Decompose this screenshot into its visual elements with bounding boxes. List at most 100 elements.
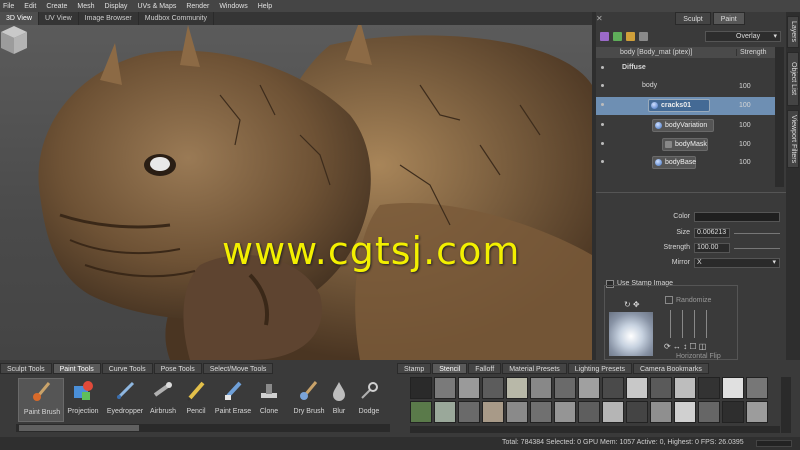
- tab-select-move-tools[interactable]: Select/Move Tools: [202, 363, 274, 374]
- layers-scrollbar[interactable]: [775, 47, 784, 187]
- visibility-icon[interactable]: [601, 103, 604, 106]
- stencil-thumb[interactable]: [410, 377, 432, 399]
- stencil-thumb[interactable]: [626, 401, 648, 423]
- visibility-icon[interactable]: [601, 84, 604, 87]
- tab-pose-tools[interactable]: Pose Tools: [153, 363, 202, 374]
- stencil-thumb[interactable]: [434, 377, 456, 399]
- stencil-thumb[interactable]: [650, 377, 672, 399]
- stencil-thumb[interactable]: [626, 377, 648, 399]
- new-layer-icon[interactable]: [600, 31, 609, 41]
- stencil-thumb[interactable]: [482, 401, 504, 423]
- folder-icon[interactable]: [626, 31, 635, 41]
- tool-scrollbar[interactable]: [16, 424, 390, 432]
- tab-camera-bookmarks[interactable]: Camera Bookmarks: [632, 363, 709, 374]
- scroll-thumb[interactable]: [19, 425, 139, 431]
- layer-row[interactable]: bodyBase 100: [596, 154, 784, 172]
- visibility-icon[interactable]: [601, 123, 604, 126]
- add-layer-icon[interactable]: [613, 31, 622, 41]
- stencil-thumb[interactable]: [746, 401, 768, 423]
- menu-mesh[interactable]: Mesh: [77, 3, 94, 10]
- stencil-thumb[interactable]: [458, 401, 480, 423]
- menu-uvs-maps[interactable]: UVs & Maps: [137, 3, 176, 10]
- tab-paint-tools[interactable]: Paint Tools: [52, 363, 101, 374]
- size-input[interactable]: 0.006213: [694, 228, 730, 238]
- color-swatch[interactable]: [694, 212, 780, 222]
- layer-row[interactable]: bodyVariation 100: [596, 117, 784, 135]
- layer-strength[interactable]: 100: [739, 83, 751, 90]
- layer-strength[interactable]: 100: [739, 141, 751, 148]
- tab-lighting-presets[interactable]: Lighting Presets: [567, 363, 632, 374]
- stencil-hscroll[interactable]: [410, 426, 780, 433]
- stencil-thumb[interactable]: [530, 377, 552, 399]
- visibility-icon[interactable]: [601, 142, 604, 145]
- tab-layers[interactable]: Layers: [787, 16, 799, 48]
- layer-strength[interactable]: 100: [739, 159, 751, 166]
- stencil-thumb[interactable]: [410, 401, 432, 423]
- tab-curve-tools[interactable]: Curve Tools: [101, 363, 153, 374]
- stencil-thumb[interactable]: [650, 401, 672, 423]
- layer-strength[interactable]: 100: [739, 122, 751, 129]
- stencil-thumb[interactable]: [458, 377, 480, 399]
- layer-row-selected[interactable]: cracks01 100: [596, 97, 784, 115]
- tab-viewport-filters[interactable]: Viewport Filters: [787, 110, 799, 168]
- tab-3d-view[interactable]: 3D View: [0, 12, 39, 25]
- stencil-thumb[interactable]: [578, 401, 600, 423]
- stencil-thumb[interactable]: [482, 377, 504, 399]
- menu-windows[interactable]: Windows: [219, 3, 247, 10]
- menu-create[interactable]: Create: [46, 3, 67, 10]
- layer-strength[interactable]: 100: [739, 102, 751, 109]
- stencil-scrollbar[interactable]: [781, 377, 791, 433]
- visibility-icon[interactable]: [601, 160, 604, 163]
- tool-dodge[interactable]: Dodge: [346, 378, 392, 422]
- stencil-thumb[interactable]: [506, 377, 528, 399]
- stencil-thumb[interactable]: [530, 401, 552, 423]
- stencil-thumb[interactable]: [578, 377, 600, 399]
- stencil-thumb[interactable]: [722, 401, 744, 423]
- tool-projection[interactable]: Projection: [60, 378, 106, 422]
- flip-icons[interactable]: ⟳ ↔ ↕ ☐ ◫: [664, 342, 706, 351]
- stencil-thumb[interactable]: [506, 401, 528, 423]
- stencil-thumb[interactable]: [554, 401, 576, 423]
- mirror-select[interactable]: X ▾: [694, 258, 780, 268]
- stencil-thumb[interactable]: [698, 377, 720, 399]
- layer-row[interactable]: bodyMask 100: [596, 136, 784, 154]
- size-slider[interactable]: [734, 233, 780, 234]
- viewport-3d[interactable]: www.cgtsj.com: [0, 25, 592, 360]
- stencil-thumb[interactable]: [554, 377, 576, 399]
- stencil-thumb[interactable]: [746, 377, 768, 399]
- blend-mode-select[interactable]: Overlay ▾: [705, 31, 781, 42]
- stencil-thumb[interactable]: [722, 377, 744, 399]
- randomize-checkbox[interactable]: [665, 296, 673, 304]
- stamp-thumbnail[interactable]: [609, 312, 653, 356]
- menu-file[interactable]: File: [3, 3, 14, 10]
- stencil-thumb[interactable]: [674, 401, 696, 423]
- stencil-thumb[interactable]: [602, 377, 624, 399]
- menu-edit[interactable]: Edit: [24, 3, 36, 10]
- layer-row[interactable]: Diffuse: [596, 60, 784, 78]
- tab-uv-view[interactable]: UV View: [39, 12, 79, 25]
- tab-stamp[interactable]: Stamp: [397, 363, 432, 374]
- strength-slider[interactable]: [734, 248, 780, 249]
- tool-paint-brush[interactable]: Paint Brush: [18, 378, 64, 422]
- stencil-thumb[interactable]: [698, 401, 720, 423]
- tab-sculpt[interactable]: Sculpt: [675, 12, 711, 25]
- tab-material-presets[interactable]: Material Presets: [502, 363, 567, 374]
- visibility-icon[interactable]: [601, 66, 604, 69]
- tab-falloff[interactable]: Falloff: [468, 363, 502, 374]
- tab-image-browser[interactable]: Image Browser: [79, 12, 139, 25]
- stencil-thumb[interactable]: [602, 401, 624, 423]
- tab-paint[interactable]: Paint: [712, 12, 745, 25]
- trash-icon[interactable]: [639, 31, 648, 41]
- menu-display[interactable]: Display: [104, 3, 127, 10]
- rotate-icon[interactable]: ↻ ✥: [624, 300, 640, 309]
- view-cube-icon[interactable]: [0, 25, 28, 55]
- tab-mudbox-community[interactable]: Mudbox Community: [139, 12, 214, 25]
- menu-render[interactable]: Render: [186, 3, 209, 10]
- menu-help[interactable]: Help: [258, 3, 272, 10]
- layer-row[interactable]: body 100: [596, 78, 784, 96]
- tab-object-list[interactable]: Object List: [787, 52, 799, 106]
- stamp-sliders[interactable]: [668, 310, 728, 340]
- tab-stencil[interactable]: Stencil: [432, 363, 468, 374]
- strength-input[interactable]: 100.00: [694, 243, 730, 253]
- stencil-thumb[interactable]: [674, 377, 696, 399]
